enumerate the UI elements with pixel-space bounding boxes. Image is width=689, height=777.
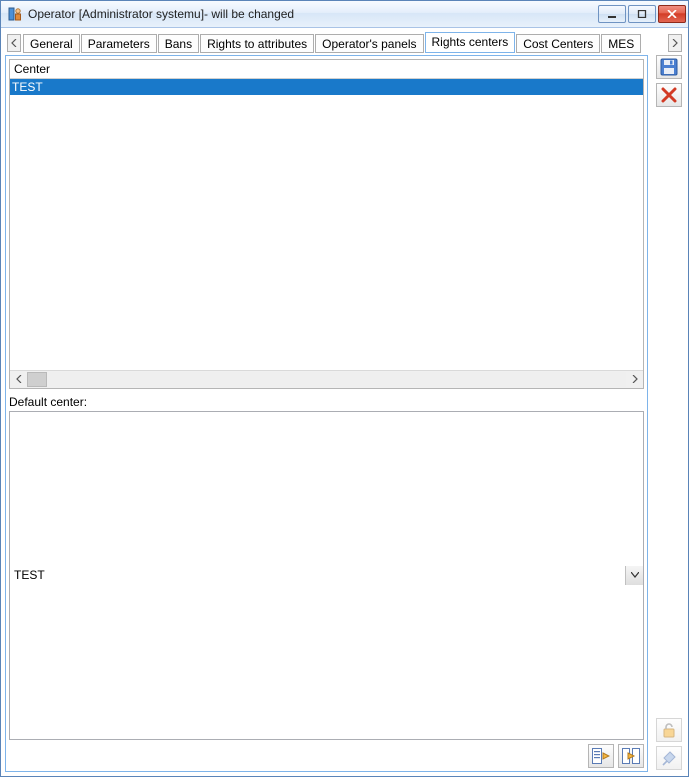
window-title: Operator [Administrator systemu]- will b…	[28, 7, 598, 21]
tab-parameters[interactable]: Parameters	[81, 34, 157, 53]
chevron-down-icon[interactable]	[625, 566, 643, 585]
hscroll-thumb[interactable]	[27, 372, 47, 387]
tab-rights-to-attributes[interactable]: Rights to attributes	[200, 34, 314, 53]
grid-header-center[interactable]: Center	[10, 60, 643, 79]
tab-rights-centers[interactable]: Rights centers	[425, 32, 516, 53]
default-center-label: Default center:	[9, 395, 87, 409]
maximize-button[interactable]	[628, 5, 656, 23]
tab-operator-s-panels[interactable]: Operator's panels	[315, 34, 423, 53]
default-center-value: TEST	[10, 568, 625, 582]
add-from-list-button[interactable]	[588, 744, 614, 768]
unlock-icon	[661, 722, 677, 738]
centers-grid[interactable]: Center TEST	[9, 59, 644, 389]
hscroll-left-icon[interactable]	[10, 372, 27, 387]
tab-strip: GeneralParametersBansRights to attribute…	[5, 32, 684, 53]
tab-general[interactable]: General	[23, 34, 80, 53]
delete-button[interactable]	[656, 83, 682, 107]
tab-scroll-left[interactable]	[7, 34, 21, 52]
save-button[interactable]	[656, 55, 682, 79]
close-button[interactable]	[658, 5, 686, 23]
tab-mes[interactable]: MES	[601, 34, 641, 53]
grid-body[interactable]: TEST	[10, 79, 643, 370]
tab-scroll-right[interactable]	[668, 34, 682, 52]
window-frame: Operator [Administrator systemu]- will b…	[0, 0, 689, 777]
hscroll-right-icon[interactable]	[626, 372, 643, 387]
window-buttons	[598, 5, 686, 23]
client-area: GeneralParametersBansRights to attribute…	[1, 28, 688, 776]
tab-cost-centers[interactable]: Cost Centers	[516, 34, 600, 53]
grid-hscrollbar[interactable]	[10, 370, 643, 388]
title-bar: Operator [Administrator systemu]- will b…	[1, 1, 688, 28]
pin-icon	[661, 750, 677, 766]
minimize-button[interactable]	[598, 5, 626, 23]
app-icon	[7, 6, 23, 22]
side-toolbar	[654, 55, 684, 772]
default-center-combo[interactable]: TEST	[9, 411, 644, 741]
tab-bans[interactable]: Bans	[158, 34, 199, 53]
rights-centers-panel: Center TEST Default center:	[5, 55, 648, 772]
save-icon	[660, 58, 678, 76]
add-all-button[interactable]	[618, 744, 644, 768]
pin-button[interactable]	[656, 746, 682, 770]
unlock-button[interactable]	[656, 718, 682, 742]
table-row[interactable]: TEST	[10, 79, 643, 95]
delete-icon	[661, 87, 677, 103]
